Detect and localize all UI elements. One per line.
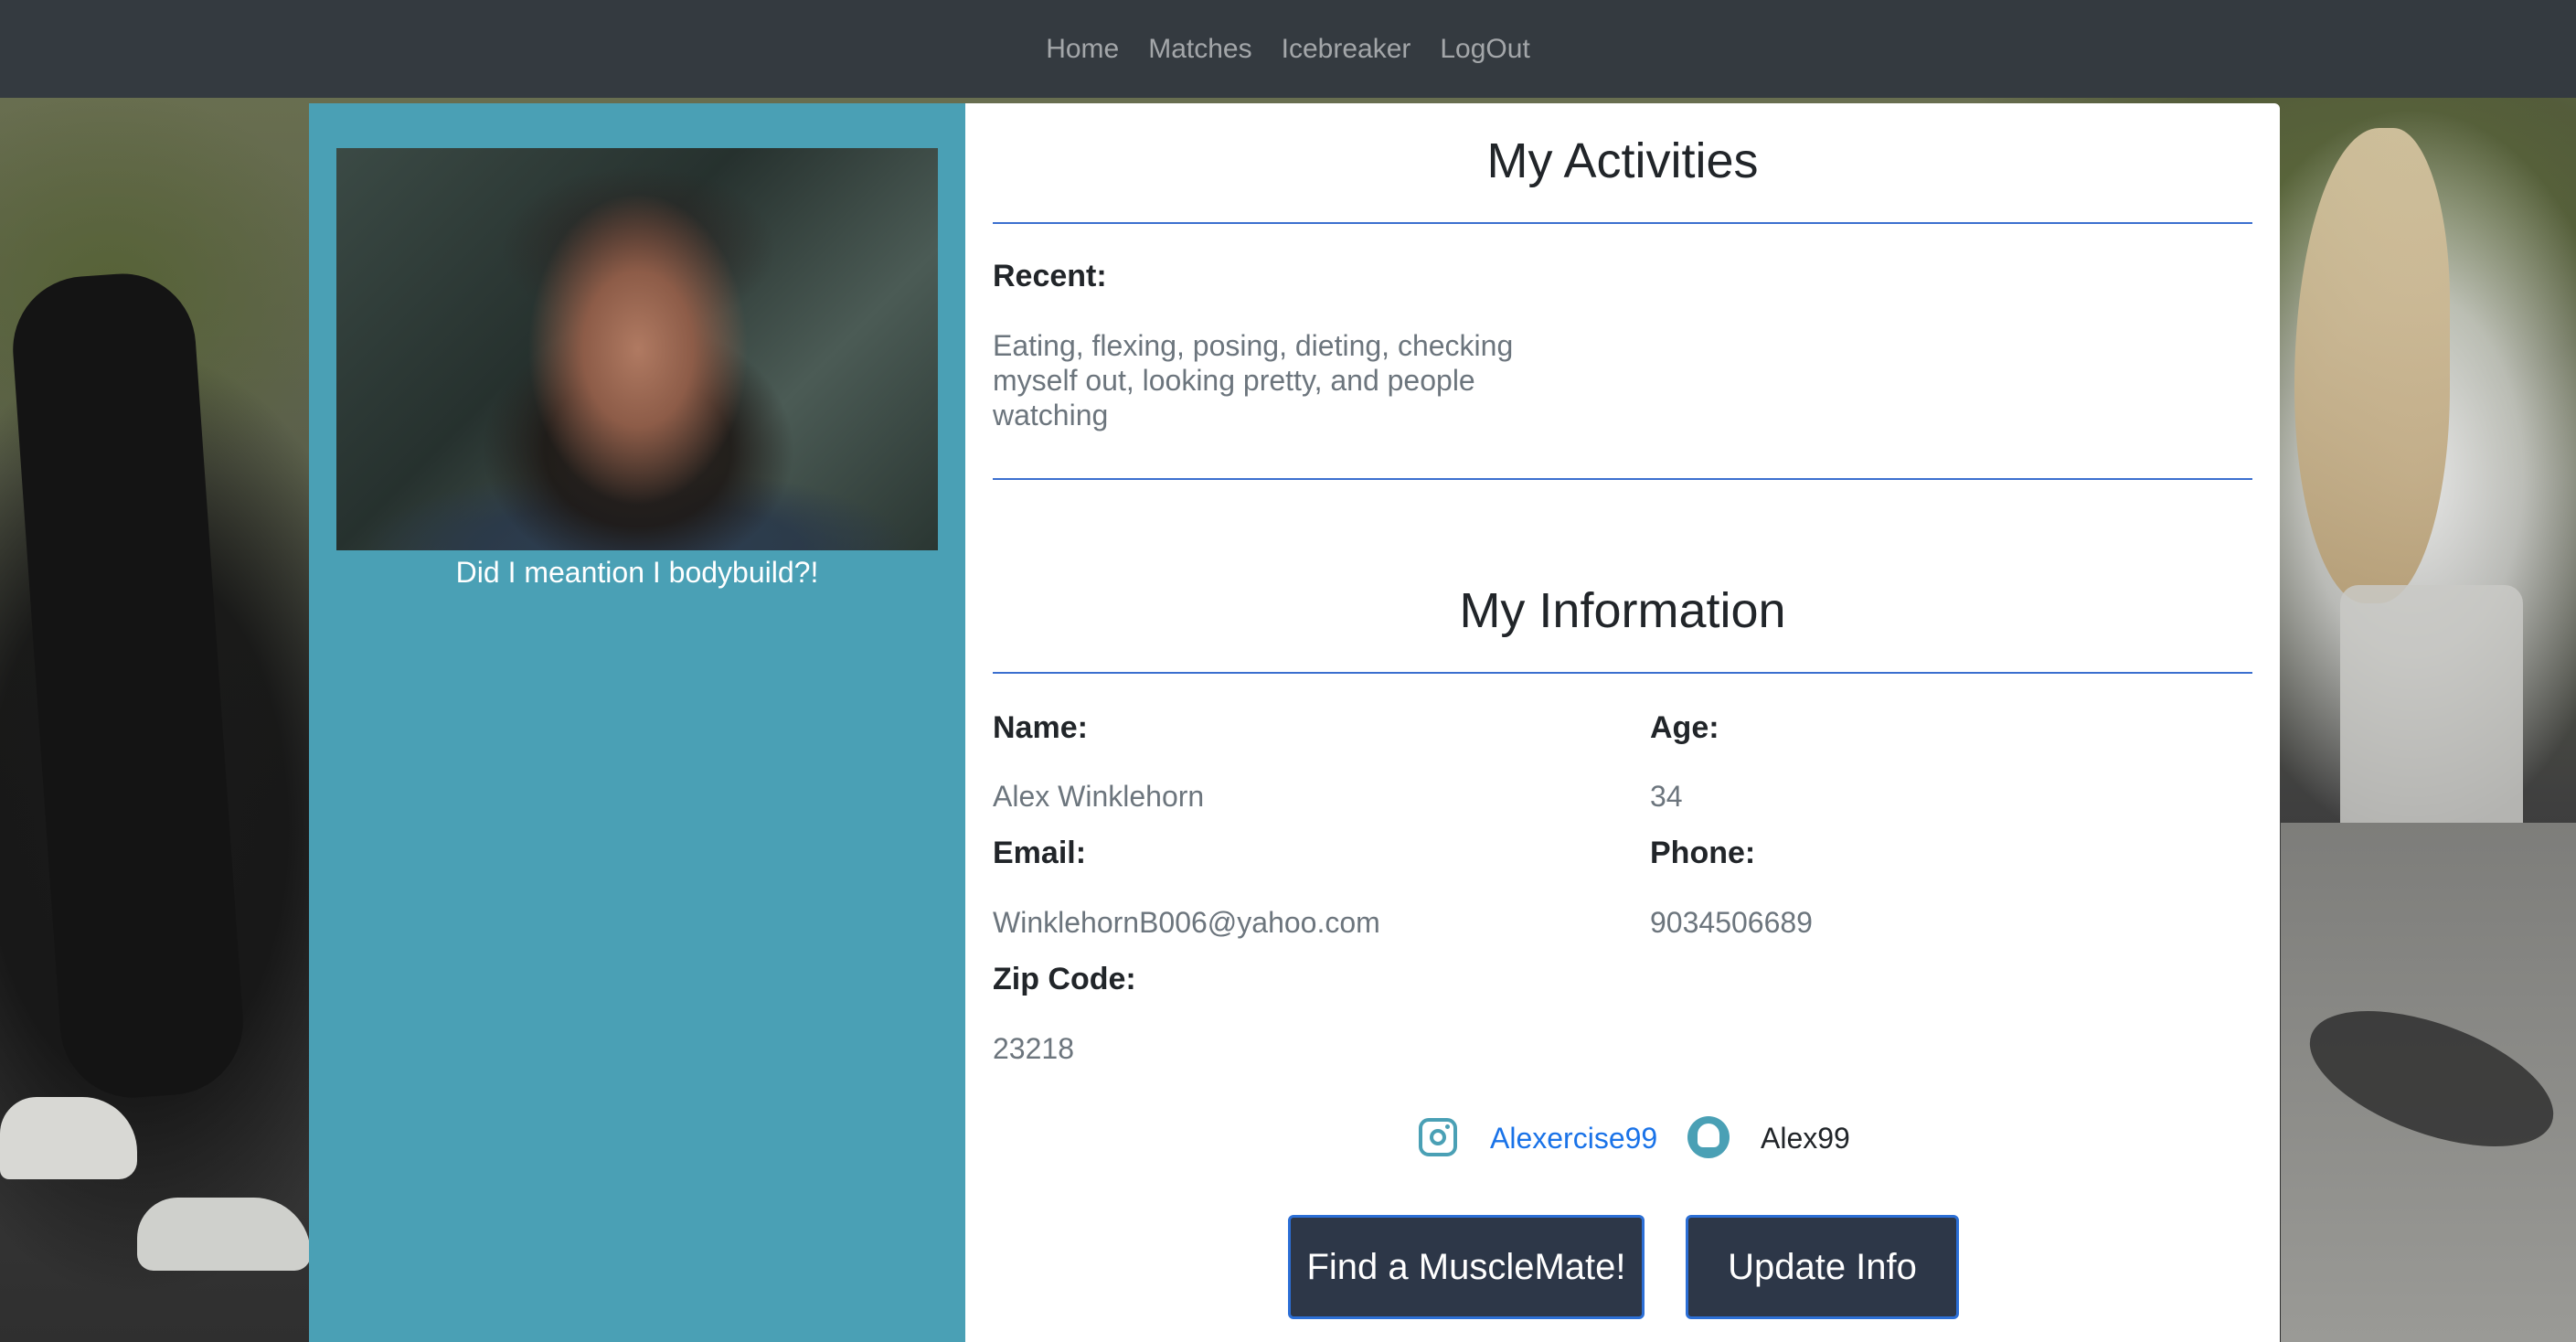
activities-bottom-divider <box>993 478 2252 480</box>
activities-title: My Activities <box>1486 133 1759 188</box>
top-navbar: Home Matches Icebreaker LogOut <box>0 0 2576 98</box>
profile-sidebar: Did I meantion I bodybuild?! <box>309 103 965 1342</box>
name-label: Name: <box>993 710 1088 745</box>
social-links: Alexercise99 Alex99 <box>965 1116 2280 1173</box>
nav-matches[interactable]: Matches <box>1134 34 1266 65</box>
nav-home[interactable]: Home <box>1031 34 1134 65</box>
email-value: WinklehornB006@yahoo.com <box>993 906 1380 939</box>
zip-value: 23218 <box>993 1032 1074 1065</box>
snapchat-handle: Alex99 <box>1761 1122 1850 1155</box>
profile-details-card: My Activities Recent: Eating, flexing, p… <box>965 103 2280 1342</box>
recent-label: Recent: <box>993 259 1107 293</box>
activities-divider <box>993 222 2252 224</box>
nav-logout[interactable]: LogOut <box>1425 34 1544 65</box>
profile-caption: Did I meantion I bodybuild?! <box>455 556 819 589</box>
update-info-button[interactable]: Update Info <box>1686 1215 1959 1319</box>
phone-value: 9034506689 <box>1650 906 1813 939</box>
age-value: 34 <box>1650 780 1683 813</box>
name-value: Alex Winklehorn <box>993 780 1205 813</box>
age-label: Age: <box>1650 710 1719 745</box>
instagram-handle-link[interactable]: Alexercise99 <box>1490 1122 1657 1156</box>
phone-label: Phone: <box>1650 836 1756 870</box>
instagram-icon[interactable] <box>1419 1118 1457 1156</box>
information-title: My Information <box>1459 583 1786 638</box>
nav-icebreaker[interactable]: Icebreaker <box>1267 34 1426 65</box>
recent-activities-text: Eating, flexing, posing, dieting, checki… <box>993 329 1514 431</box>
profile-photo <box>336 148 938 550</box>
information-divider <box>993 672 2252 674</box>
find-musclemate-button[interactable]: Find a MuscleMate! <box>1288 1215 1645 1319</box>
zip-label: Zip Code: <box>993 962 1136 996</box>
email-label: Email: <box>993 836 1087 870</box>
snapchat-icon <box>1687 1116 1730 1158</box>
